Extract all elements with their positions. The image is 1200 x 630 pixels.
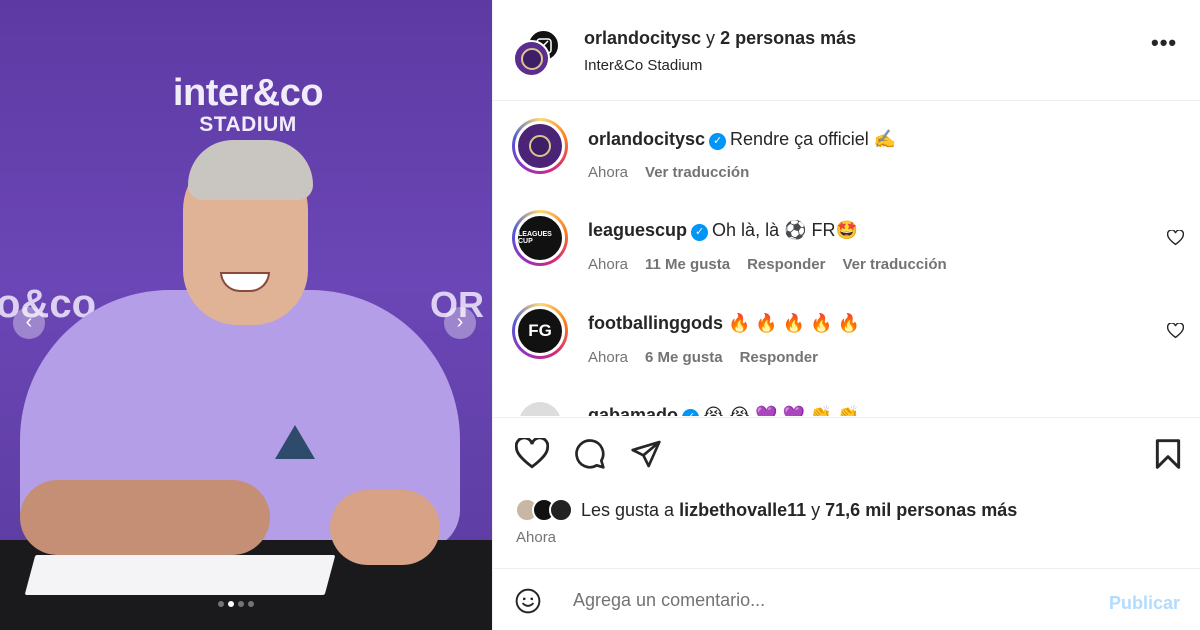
shirt-logo (275, 425, 315, 459)
comment-username[interactable]: footballinggods (588, 313, 723, 333)
comment-meta: Ahora Ver traducción (588, 164, 749, 181)
backdrop-logo-line2: STADIUM (199, 113, 297, 136)
comment-text: orlandocitysc ✓ Rendre ça officiel ✍️ (588, 129, 896, 150)
heart-icon[interactable] (1167, 323, 1184, 339)
sponsor-backdrop-logo: inter&co STADIUM (133, 72, 363, 137)
carousel-dot (238, 601, 244, 607)
post-author-line: orlandocitysc y 2 personas más (584, 28, 856, 49)
carousel-dots (218, 601, 254, 607)
comment-time: Ahora (588, 349, 629, 366)
translate-link[interactable]: Ver traducción (842, 256, 946, 273)
person-hair (188, 140, 313, 200)
verified-badge-icon: ✓ (682, 409, 700, 416)
comment-meta: Ahora 6 Me gusta Responder (588, 349, 818, 366)
bookmark-icon[interactable] (1153, 438, 1183, 470)
comment-username[interactable]: gabamado (588, 405, 678, 416)
comment-avatar[interactable] (512, 118, 568, 174)
post-panel: orlandocitysc y 2 personas más Inter&Co … (492, 0, 1200, 630)
comment-body: Rendre ça officiel ✍️ (730, 129, 897, 149)
carousel-dot-active (228, 601, 234, 607)
likes-prefix: Les gusta a (581, 499, 680, 520)
smiley-icon[interactable] (515, 588, 541, 614)
chevron-left-icon[interactable]: ‹ (13, 307, 45, 339)
send-icon[interactable] (629, 438, 663, 470)
comment-username[interactable]: orlandocitysc (588, 129, 705, 149)
verified-badge-icon: ✓ (691, 224, 709, 241)
post-time: Ahora (516, 529, 557, 546)
comment-time: Ahora (588, 256, 629, 273)
comment-input[interactable] (573, 587, 1093, 613)
heart-icon[interactable] (515, 438, 549, 470)
comment-text: gabamado ✓😭 😭 💜 💜 👏 👏 (588, 405, 860, 416)
comment-text: leaguescup ✓ Oh là, là ⚽ FR🤩 (588, 220, 858, 241)
more-horizontal-icon[interactable]: ••• (1151, 30, 1177, 56)
likes-count-link[interactable]: 71,6 mil personas más (825, 500, 1017, 520)
post-photo[interactable]: inter&co STADIUM o&co OR ‹ › (0, 0, 492, 630)
chevron-right-icon[interactable]: › (444, 307, 476, 339)
comment-meta: Ahora 11 Me gusta Responder Ver traducci… (588, 256, 947, 273)
collab-others-link[interactable]: 2 personas más (720, 28, 856, 48)
translate-link[interactable]: Ver traducción (645, 164, 749, 181)
comment-username[interactable]: leaguescup (588, 220, 687, 240)
likes-text: Les gusta a lizbethovalle11 y 71,6 mil p… (581, 500, 1017, 521)
heart-icon[interactable] (1167, 230, 1184, 246)
contract-paper (24, 555, 336, 595)
post-actions: Les gusta a lizbethovalle11 y 71,6 mil p… (493, 417, 1200, 567)
comment-likes[interactable]: 6 Me gusta (645, 349, 723, 366)
reply-button[interactable]: Responder (747, 256, 825, 273)
publish-button[interactable]: Publicar (1109, 593, 1180, 614)
verified-badge-icon: ✓ (709, 133, 727, 150)
comment-composer: Publicar (493, 568, 1200, 630)
person-arm-right (330, 490, 440, 565)
collab-connector: y (701, 28, 721, 48)
comment-text: footballinggods 🔥 🔥 🔥 🔥 🔥 (588, 313, 860, 334)
comment-likes[interactable]: 11 Me gusta (645, 256, 730, 273)
person-arm-left (20, 480, 270, 555)
orlando-crest-icon (520, 47, 543, 70)
likes-summary: Les gusta a lizbethovalle11 y 71,6 mil p… (515, 498, 1017, 522)
comment-body: 🔥 🔥 🔥 🔥 🔥 (728, 313, 861, 333)
post-location[interactable]: Inter&Co Stadium (584, 57, 702, 74)
comment-avatar[interactable]: LEAGUES CUP (512, 210, 568, 266)
orlando-crest-icon (529, 135, 551, 157)
reply-button[interactable]: Responder (740, 349, 818, 366)
carousel-dot (218, 601, 224, 607)
comments-list[interactable]: orlandocitysc ✓ Rendre ça officiel ✍️ Ahor… (493, 102, 1200, 416)
author-avatar[interactable] (513, 40, 550, 77)
comment-avatar[interactable]: FG (512, 303, 568, 359)
post-header: orlandocitysc y 2 personas más Inter&Co … (493, 0, 1200, 101)
comment-body: 😭 😭 💜 💜 👏 👏 (703, 405, 860, 416)
comment-body: Oh là, là ⚽ FR🤩 (712, 220, 858, 240)
comment-time: Ahora (588, 164, 629, 181)
author-username[interactable]: orlandocitysc (584, 28, 701, 48)
liker-avatar[interactable] (549, 498, 573, 522)
liker-username[interactable]: lizbethovalle11 (679, 500, 806, 520)
comment-icon[interactable] (573, 438, 607, 470)
carousel-dot (248, 601, 254, 607)
likes-connector: y (806, 499, 826, 520)
backdrop-logo-line1: inter&co (172, 72, 324, 114)
comment-avatar[interactable] (519, 402, 561, 416)
